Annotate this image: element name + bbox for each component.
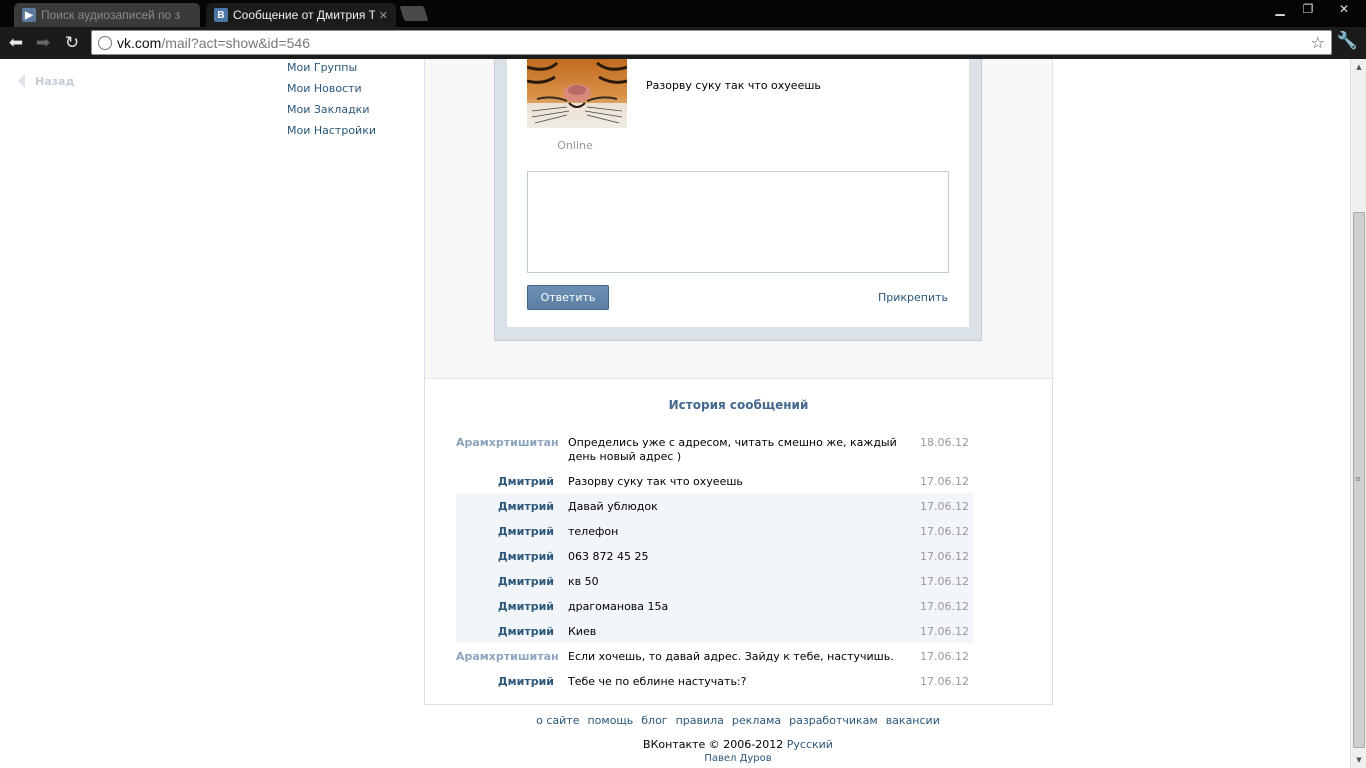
content-column: Online Разорву суку так что охуеешь Отве… — [424, 59, 1053, 705]
address-bar[interactable]: vk.com/mail?act=show&id=546 ☆ — [91, 30, 1332, 55]
bookmark-star-icon[interactable]: ☆ — [1311, 31, 1325, 54]
history-date: 17.06.12 — [920, 475, 969, 488]
language-link[interactable]: Русский — [787, 738, 833, 751]
history-author[interactable]: Дмитрий — [456, 672, 554, 689]
footer-links: о сайте помощь блог правила реклама разработч… — [0, 714, 1350, 727]
author-link[interactable]: Павел Дуров — [0, 753, 1350, 764]
attach-link[interactable]: Прикрепить — [878, 291, 948, 304]
message-card: Online Разорву суку так что охуеешь Отве… — [507, 59, 969, 327]
history-date: 17.06.12 — [920, 525, 969, 538]
minimize-icon[interactable]: ▁ — [1266, 0, 1294, 18]
scroll-grip-icon: ≡ — [1355, 475, 1361, 483]
history-text: Определись уже с адресом, читать смешно … — [568, 436, 897, 463]
vertical-scrollbar[interactable]: ▲ ≡ ▼ — [1350, 59, 1366, 768]
history-author[interactable]: Дмитрий — [456, 522, 554, 539]
history-author[interactable]: Дмитрий — [456, 547, 554, 564]
history-date: 17.06.12 — [920, 625, 969, 638]
left-menu: Мои Группы Мои Новости Мои Закладки Мои … — [287, 61, 376, 145]
menu-item-news[interactable]: Мои Новости — [287, 82, 376, 103]
history-date: 17.06.12 — [920, 600, 969, 613]
history-date: 17.06.12 — [920, 675, 969, 688]
back-arrow-icon[interactable]: ⬅ — [5, 31, 27, 55]
wrench-icon[interactable]: 🔧 — [1337, 31, 1358, 51]
history-text: драгоманова 15а — [568, 600, 669, 613]
history-row[interactable]: Дмитрий Разорву суку так что охуеешь 17.06… — [456, 468, 974, 493]
copyright: ВКонтакте © 2006-2012 Русский — [643, 738, 833, 751]
history-author[interactable]: Дмитрий — [456, 472, 554, 489]
history-text: телефон — [568, 525, 619, 538]
forward-arrow-icon[interactable]: ➡ — [32, 31, 54, 55]
history-text: Давай ублюдок — [568, 500, 658, 513]
history-author[interactable]: Дмитрий — [456, 572, 554, 589]
footer-link[interactable]: помощь — [587, 714, 633, 727]
history-date: 17.06.12 — [920, 650, 969, 663]
history-row[interactable]: Дмитрий кв 50 17.06.12 — [456, 568, 974, 593]
sender-avatar[interactable] — [527, 59, 627, 128]
history-author[interactable]: Дмитрий — [456, 622, 554, 639]
history-author[interactable]: Дмитрий — [456, 597, 554, 614]
browser-titlebar: ▶ Поиск аудиозаписей по з B Сообщение от… — [0, 0, 1366, 27]
message-frame: Online Разорву суку так что охуеешь Отве… — [494, 59, 982, 341]
reply-textarea[interactable] — [527, 171, 949, 273]
history-text: Разорву суку так что охуеешь — [568, 475, 743, 488]
menu-item-settings[interactable]: Мои Настройки — [287, 124, 376, 145]
history-row[interactable]: Дмитрий 063 872 45 25 17.06.12 — [456, 543, 974, 568]
menu-item-bookmarks[interactable]: Мои Закладки — [287, 103, 376, 124]
new-tab-button[interactable] — [399, 6, 429, 21]
history-row[interactable]: Дмитрий драгоманова 15а 17.06.12 — [456, 593, 974, 618]
history-text: кв 50 — [568, 575, 599, 588]
globe-icon — [98, 35, 112, 50]
history-text: Тебе че по еблине настучать:? — [568, 675, 747, 688]
online-status: Online — [557, 139, 593, 152]
history-author[interactable]: Арамхртишитан — [456, 433, 559, 464]
history-author[interactable]: Арамхртишитан — [456, 647, 559, 664]
history-date: 18.06.12 — [920, 436, 969, 449]
history-row[interactable]: Дмитрий Киев 17.06.12 — [456, 618, 974, 643]
history-date: 17.06.12 — [920, 500, 969, 513]
message-body: Разорву суку так что охуеешь — [646, 79, 821, 92]
restore-icon[interactable]: ❐ — [1294, 0, 1322, 18]
browser-toolbar: ⬅ ➡ ↻ vk.com/mail?act=show&id=546 ☆ 🔧 — [0, 27, 1366, 59]
footer-link[interactable]: блог — [641, 714, 667, 727]
back-link[interactable]: Назад — [18, 74, 74, 88]
window-close-icon[interactable]: ✕ — [1322, 0, 1366, 18]
history-row[interactable]: Дмитрий телефон 17.06.12 — [456, 518, 974, 543]
reply-button[interactable]: Ответить — [527, 285, 609, 310]
tab-message[interactable]: B Сообщение от Дмитрия Т ✕ — [206, 3, 396, 27]
history-date: 17.06.12 — [920, 550, 969, 563]
history-row[interactable]: Дмитрий Тебе че по еблине настучать:? 17.0… — [456, 668, 974, 693]
history-text: Если хочешь, то давай адрес. Зайду к теб… — [568, 650, 894, 663]
footer-link[interactable]: разработчикам — [789, 714, 878, 727]
tab-audio-search[interactable]: ▶ Поиск аудиозаписей по з — [14, 3, 200, 27]
history-title: История сообщений — [668, 398, 809, 412]
message-history: Арамхртишитан Определись уже с адресом, ч… — [456, 429, 974, 693]
footer-link[interactable]: правила — [676, 714, 724, 727]
url-text[interactable]: vk.com/mail?act=show&id=546 — [117, 35, 310, 51]
menu-item-groups[interactable]: Мои Группы — [287, 61, 376, 82]
scroll-down-icon[interactable]: ▼ — [1351, 754, 1366, 766]
history-text: 063 872 45 25 — [568, 550, 649, 563]
tab-title: Сообщение от Дмитрия Т — [233, 8, 375, 22]
reload-icon[interactable]: ↻ — [61, 31, 83, 55]
window-controls: ▁ ❐ ✕ — [1266, 0, 1366, 18]
footer-link[interactable]: о сайте — [536, 714, 579, 727]
message-area: Online Разорву суку так что охуеешь Отве… — [425, 59, 1052, 379]
history-text: Киев — [568, 625, 597, 638]
history-row[interactable]: Арамхртишитан Если хочешь, то давай адрес… — [456, 643, 974, 668]
history-row[interactable]: Дмитрий Давай ублюдок 17.06.12 — [456, 493, 974, 518]
footer-link[interactable]: реклама — [732, 714, 781, 727]
scroll-up-icon[interactable]: ▲ — [1351, 61, 1366, 73]
vk-logo-icon: B — [214, 8, 228, 22]
footer-link[interactable]: вакансии — [886, 714, 940, 727]
back-triangle-icon — [18, 74, 25, 88]
page-viewport: Назад Мои Группы Мои Новости Мои Закладк… — [0, 59, 1350, 768]
play-icon: ▶ — [22, 8, 36, 22]
tab-close-icon[interactable]: ✕ — [379, 9, 388, 22]
tab-title: Поиск аудиозаписей по з — [41, 8, 181, 22]
history-row[interactable]: Арамхртишитан Определись уже с адресом, ч… — [456, 429, 974, 468]
history-author[interactable]: Дмитрий — [456, 497, 554, 514]
history-date: 17.06.12 — [920, 575, 969, 588]
